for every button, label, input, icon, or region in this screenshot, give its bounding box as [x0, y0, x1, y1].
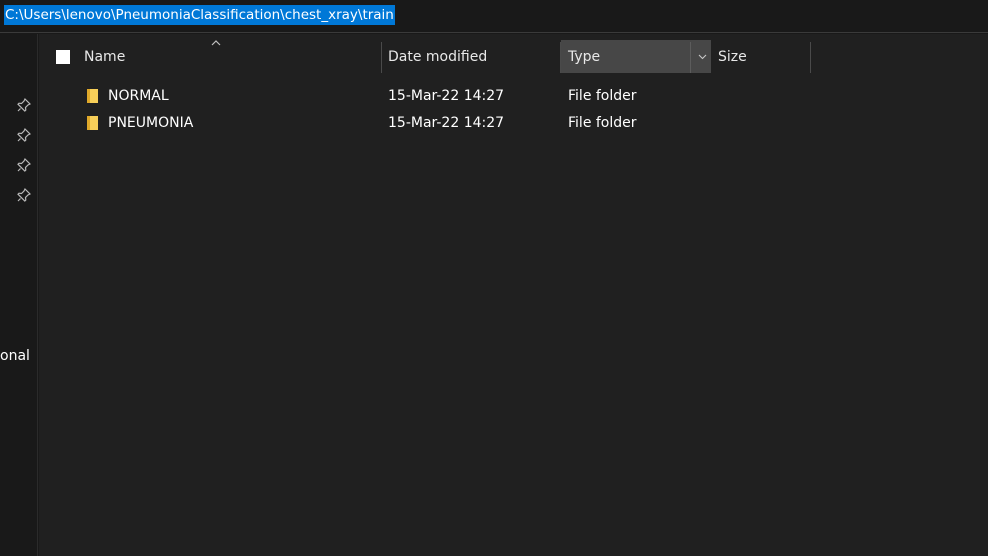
pin-icon[interactable] [17, 187, 32, 202]
folder-icon [87, 89, 98, 103]
chevron-down-icon[interactable] [695, 40, 709, 73]
column-header-name[interactable]: Name [84, 40, 381, 73]
file-type: File folder [568, 88, 637, 104]
navigation-pane: onal [0, 34, 38, 556]
pin-icon[interactable] [17, 157, 32, 172]
column-divider[interactable] [810, 42, 811, 73]
column-header-row: Name Date modified Type Size [39, 40, 988, 73]
column-divider[interactable] [381, 42, 382, 73]
file-list-pane: Name Date modified Type Size NORMAL 15-M… [39, 34, 988, 556]
address-bar[interactable]: C:\Users\lenovo\PneumoniaClassification\… [0, 0, 988, 33]
file-name: PNEUMONIA [108, 115, 194, 131]
pin-icon[interactable] [17, 127, 32, 142]
select-all-checkbox[interactable] [56, 50, 70, 64]
file-row-pneumonia[interactable]: PNEUMONIA 15-Mar-22 14:27 File folder [39, 110, 988, 136]
column-header-type[interactable]: Type [561, 40, 711, 73]
file-date-modified: 15-Mar-22 14:27 [388, 88, 505, 104]
column-header-date-modified[interactable]: Date modified [388, 40, 560, 73]
pin-icon[interactable] [17, 97, 32, 112]
address-path[interactable]: C:\Users\lenovo\PneumoniaClassification\… [4, 5, 395, 25]
file-row-normal[interactable]: NORMAL 15-Mar-22 14:27 File folder [39, 83, 988, 109]
file-date-modified: 15-Mar-22 14:27 [388, 115, 505, 131]
column-header-size[interactable]: Size [718, 40, 810, 73]
column-divider[interactable] [690, 42, 691, 73]
nav-item-label[interactable]: onal [0, 348, 30, 364]
folder-icon [87, 116, 98, 130]
file-type: File folder [568, 115, 637, 131]
file-name: NORMAL [108, 88, 169, 104]
